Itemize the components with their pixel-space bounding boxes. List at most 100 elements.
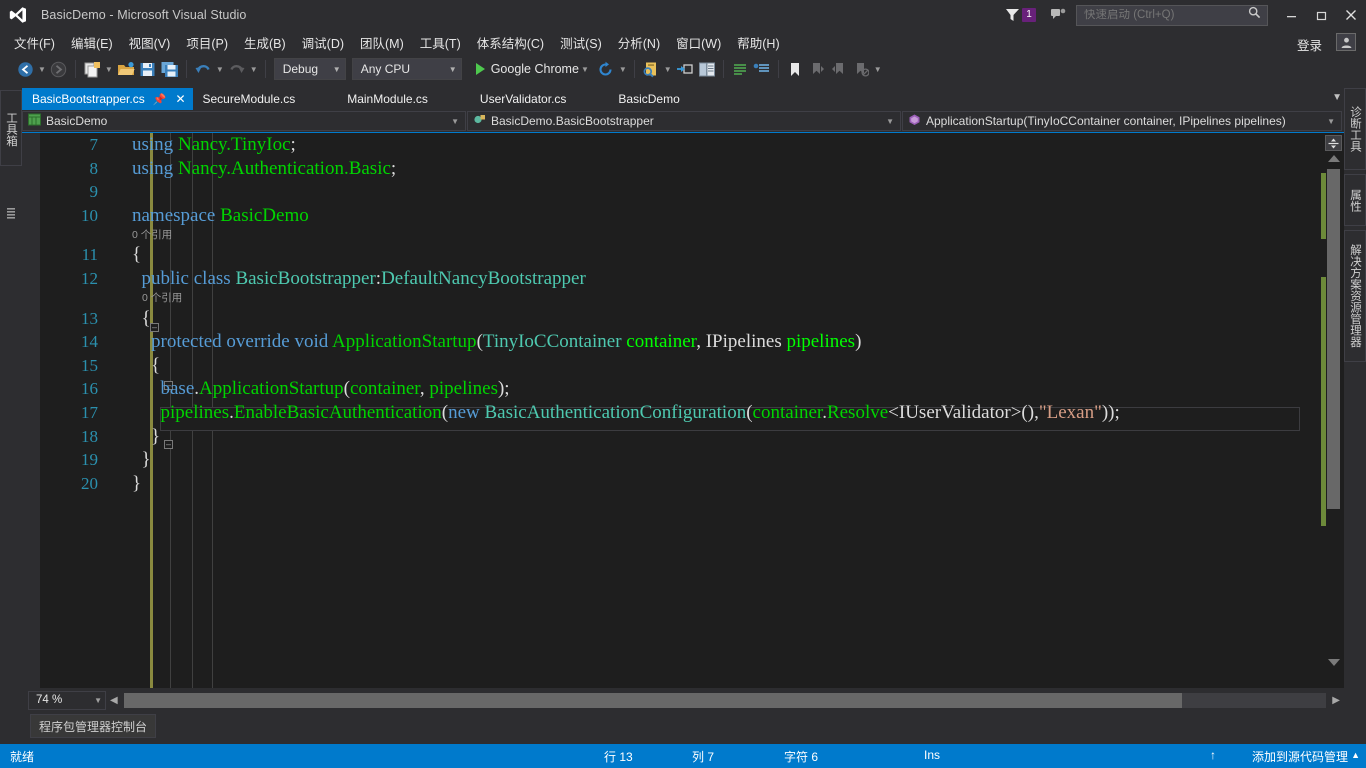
minimize-button[interactable] (1276, 0, 1306, 30)
run-target-dropdown-caret-icon[interactable]: ▼ (581, 65, 589, 74)
navbar-project-combo[interactable]: BasicDemo ▼ (22, 111, 466, 131)
find-in-files-icon[interactable] (640, 58, 662, 80)
toolbar-overflow-icon[interactable]: ▼ (874, 65, 882, 74)
clear-bookmarks-icon[interactable] (850, 58, 872, 80)
navigate-back-icon[interactable] (14, 58, 36, 80)
horizontal-scrollbar-track[interactable] (123, 692, 1327, 708)
editor-vertical-scrollbar[interactable] (1310, 133, 1344, 688)
close-icon[interactable]: ✕ (172, 92, 188, 106)
menu-item-window[interactable]: 窗口(W) (668, 30, 729, 55)
quick-launch-input[interactable] (1077, 9, 1248, 21)
send-feedback-icon[interactable] (1050, 7, 1068, 23)
quick-launch-box[interactable] (1076, 4, 1268, 26)
maximize-button[interactable] (1306, 0, 1336, 30)
menu-item-team[interactable]: 团队(M) (352, 30, 412, 55)
close-button[interactable] (1336, 0, 1366, 30)
navigate-forward-icon[interactable] (48, 58, 70, 80)
new-project-dropdown-caret-icon[interactable]: ▼ (105, 65, 113, 74)
menu-item-view[interactable]: 视图(V) (121, 30, 179, 55)
undo-dropdown-caret-icon[interactable]: ▼ (216, 65, 224, 74)
scroll-up-arrow[interactable] (1328, 155, 1340, 162)
tab-basicbootstrapper-cs[interactable]: BasicBootstrapper.cs 📌 ✕ (22, 88, 193, 110)
menu-item-edit[interactable]: 编辑(E) (63, 30, 121, 55)
code-line[interactable]: 10 namespace BasicDemo (40, 204, 1310, 228)
code-line[interactable]: 8 using Nancy.Authentication.Basic; (40, 157, 1310, 181)
menu-item-test[interactable]: 测试(S) (552, 30, 610, 55)
code-text: } (132, 425, 161, 447)
new-window-icon[interactable] (696, 58, 718, 80)
back-dropdown-caret-icon[interactable]: ▼ (38, 65, 46, 74)
split-view-handle[interactable] (1325, 135, 1342, 151)
pin-icon[interactable]: 📌 (153, 93, 167, 106)
save-icon[interactable] (137, 58, 159, 80)
browser-refresh-icon[interactable] (595, 58, 617, 80)
scrollbar-thumb[interactable] (1327, 169, 1340, 509)
code-line[interactable]: 11 { (40, 243, 1310, 267)
horizontal-scrollbar-thumb[interactable] (123, 692, 1182, 708)
code-surface[interactable]: ‒ ‒ ‒ 7 using Nancy.TinyIoc; 8 using Nancy.… (40, 133, 1310, 688)
notifications-button[interactable]: 1 (1005, 8, 1036, 22)
sidebar-item-diagnostic-tools[interactable]: 诊断工具 (1344, 88, 1366, 170)
navbar-type-combo[interactable]: BasicDemo.BasicBootstrapper ▼ (467, 111, 901, 131)
sign-in-button[interactable]: 登录 (1297, 35, 1322, 54)
scroll-left-arrow[interactable]: ◀ (106, 695, 122, 706)
tab-uservalidator-cs[interactable]: UserValidator.cs (469, 88, 577, 110)
code-line[interactable]: 17 pipelines.EnableBasicAuthentication(n… (40, 401, 1310, 425)
new-project-icon[interactable] (81, 58, 103, 80)
sidebar-item-properties[interactable]: 属性 (1344, 174, 1366, 226)
comment-selection-icon[interactable] (729, 58, 751, 80)
breakpoint-gutter[interactable] (22, 133, 40, 688)
code-line[interactable]: 12 public class BasicBootstrapper:Defaul… (40, 267, 1310, 291)
user-account-icon[interactable] (1336, 33, 1356, 51)
next-bookmark-icon[interactable] (828, 58, 850, 80)
redo-icon[interactable] (226, 58, 248, 80)
codelens-reference-count[interactable]: 0 个引用 (40, 227, 1310, 243)
scroll-right-arrow[interactable]: ▶ (1328, 695, 1344, 706)
tab-securemodule-cs[interactable]: SecureModule.cs (192, 88, 306, 110)
menu-item-architecture[interactable]: 体系结构(C) (469, 30, 552, 55)
start-debugging-button[interactable]: Google Chrome ▼ (471, 58, 595, 80)
refresh-dropdown-caret-icon[interactable]: ▼ (619, 65, 627, 74)
save-all-icon[interactable] (159, 58, 181, 80)
bookmark-icon[interactable] (784, 58, 806, 80)
find-dropdown-caret-icon[interactable]: ▼ (664, 65, 672, 74)
code-line[interactable]: 9 (40, 180, 1310, 204)
code-line[interactable]: 15 { (40, 354, 1310, 378)
code-line[interactable]: 16 base.ApplicationStartup(container, pi… (40, 377, 1310, 401)
status-source-control-caret-icon[interactable]: ▲ (1351, 750, 1360, 760)
menu-item-project[interactable]: 项目(P) (178, 30, 236, 55)
step-into-icon[interactable] (674, 58, 696, 80)
undo-icon[interactable] (192, 58, 214, 80)
navbar-member-combo[interactable]: ApplicationStartup(TinyIoCContainer cont… (902, 111, 1342, 131)
tab-list-dropdown-icon[interactable]: ▼ (1332, 92, 1342, 103)
redo-dropdown-caret-icon[interactable]: ▼ (250, 65, 258, 74)
codelens-reference-count[interactable]: 0 个引用 (40, 291, 1310, 307)
toolbox-pin-icon[interactable] (4, 206, 18, 220)
menu-item-help[interactable]: 帮助(H) (729, 30, 787, 55)
solution-platform-combo[interactable]: Any CPU ▼ (351, 58, 462, 80)
tab-basicdemo[interactable]: BasicDemo (608, 88, 690, 110)
zoom-level-combo[interactable]: 74 % ▼ (28, 690, 106, 710)
previous-bookmark-icon[interactable] (806, 58, 828, 80)
scroll-down-arrow[interactable] (1328, 659, 1340, 666)
sidebar-item-solution-explorer[interactable]: 解决方案资源管理器 (1344, 230, 1366, 362)
code-line[interactable]: 13 { (40, 307, 1310, 331)
code-line[interactable]: 19 } (40, 448, 1310, 472)
menu-item-tools[interactable]: 工具(T) (412, 30, 469, 55)
tab-mainmodule-cs[interactable]: MainModule.cs (337, 88, 438, 110)
open-file-icon[interactable] (115, 58, 137, 80)
menu-item-file[interactable]: 文件(F) (6, 30, 63, 55)
tab-package-manager-console[interactable]: 程序包管理器控制台 (30, 714, 157, 738)
menu-item-debug[interactable]: 调试(D) (294, 30, 352, 55)
status-source-control-button[interactable]: 添加到源代码管理 (1252, 748, 1348, 765)
menu-item-analyze[interactable]: 分析(N) (610, 30, 668, 55)
uncomment-selection-icon[interactable] (751, 58, 773, 80)
menu-item-build[interactable]: 生成(B) (236, 30, 294, 55)
code-line[interactable]: 7 using Nancy.TinyIoc; (40, 133, 1310, 157)
code-line[interactable]: 14 protected override void ApplicationSt… (40, 330, 1310, 354)
sidebar-item-toolbox[interactable]: 工具箱 (0, 90, 22, 166)
code-line[interactable]: 20} (40, 472, 1310, 496)
code-editor[interactable]: ‒ ‒ ‒ 7 using Nancy.TinyIoc; 8 using Nancy.… (22, 132, 1344, 688)
code-line[interactable]: 18 } (40, 425, 1310, 449)
solution-configuration-combo[interactable]: Debug ▼ (273, 58, 346, 80)
